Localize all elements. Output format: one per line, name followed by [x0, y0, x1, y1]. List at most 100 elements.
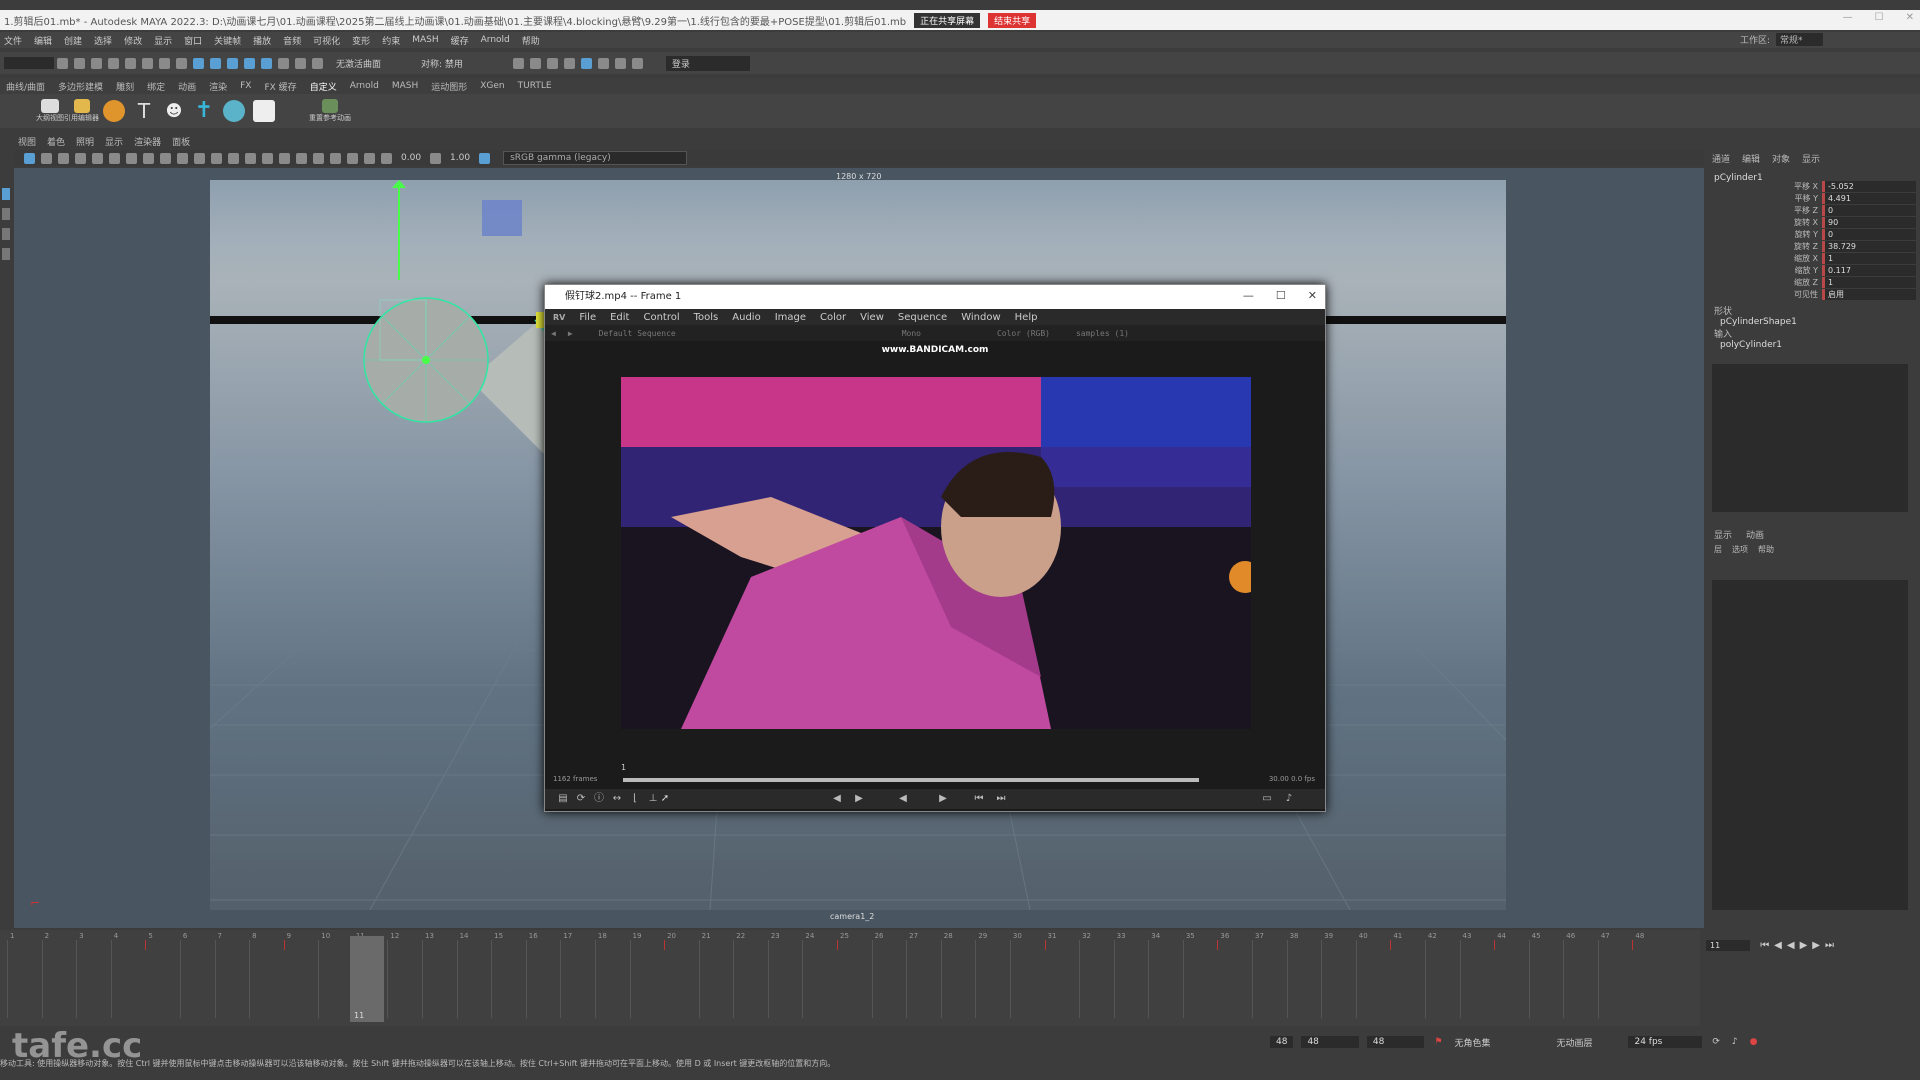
channel-box-tab[interactable]: 显示 [1802, 152, 1820, 165]
snap-surface-icon[interactable] [261, 57, 272, 69]
workspace-value[interactable]: 常规* [1776, 33, 1823, 46]
stop-share-button[interactable]: 结束共享 [988, 12, 1037, 28]
rv-menu-item[interactable]: Tools [694, 312, 719, 323]
attribute-value[interactable]: 90 [1822, 216, 1916, 228]
rv-out-point-icon[interactable]: ⊥ [647, 793, 659, 805]
select-tool-icon[interactable] [2, 188, 10, 200]
rv-player-window[interactable]: 假钉球2.mp4 -- Frame 1 — ☐ ✕ RV File Edit Con… [544, 284, 1326, 812]
rv-play-icon[interactable]: ▶ [937, 793, 949, 805]
rv-channel-select[interactable]: Color (RGB) [997, 329, 1050, 338]
rv-loop-icon[interactable]: ⟳ [575, 793, 587, 805]
wireframe-icon[interactable] [194, 152, 205, 164]
workspace-selector[interactable]: 工作区: 常规* [1740, 33, 1823, 46]
image-plane-icon[interactable] [75, 152, 86, 164]
channel-box-tab[interactable]: 对象 [1772, 152, 1790, 165]
rv-menu-item[interactable]: View [860, 312, 884, 323]
attribute-value[interactable]: 38.729 [1822, 240, 1916, 252]
channel-box-tab[interactable]: 编辑 [1742, 152, 1760, 165]
attribute-value[interactable]: 1 [1822, 276, 1916, 288]
rv-first-frame-icon[interactable]: ⏮ [973, 793, 985, 805]
shelf-tab[interactable]: Arnold [350, 81, 379, 91]
undo-icon[interactable] [108, 57, 119, 69]
rv-sequence-select[interactable]: Default Sequence [599, 329, 676, 338]
ao-icon[interactable] [279, 152, 290, 164]
channel-attribute-row[interactable]: 平移 X -5.052 [1776, 180, 1916, 192]
shelf-tab[interactable]: 动画 [178, 80, 196, 93]
time-slider[interactable]: 1234567891011121314151617181920212223242… [0, 930, 1700, 1026]
history-icon[interactable] [295, 57, 306, 69]
rv-menu-item[interactable]: Sequence [898, 312, 947, 323]
animbot-icon[interactable] [103, 100, 125, 122]
rv-display-icon[interactable]: ▭ [1261, 793, 1273, 805]
menu-item[interactable]: 约束 [382, 34, 400, 47]
layer-menu-item[interactable]: 选项 [1732, 544, 1748, 555]
symmetry-label[interactable]: 对称: 禁用 [421, 57, 463, 70]
paint-tool-icon[interactable] [2, 228, 10, 240]
input-node[interactable]: polyCylinder1 [1720, 340, 1797, 350]
rv-info-icon[interactable]: ⓘ [593, 793, 605, 805]
motion-blur-icon[interactable] [296, 152, 307, 164]
rv-minimize-icon[interactable]: — [1243, 289, 1254, 302]
channel-attribute-row[interactable]: 缩放 Y 0.117 [1776, 264, 1916, 276]
camera-tool-icon[interactable] [223, 100, 245, 122]
fps-select[interactable]: 24 fps [1628, 1036, 1703, 1048]
rv-samples-select[interactable]: samples (1) [1076, 329, 1129, 338]
rv-step-back-icon[interactable]: ◀ [831, 793, 843, 805]
sound-icon[interactable]: ♪ [1732, 1037, 1738, 1047]
shelf-tab[interactable]: 自定义 [310, 80, 337, 93]
record-icon[interactable]: ● [1750, 1037, 1758, 1047]
gamma-icon[interactable] [430, 152, 442, 164]
attribute-value[interactable]: -5.052 [1822, 180, 1916, 192]
rv-pingpong-icon[interactable]: ↔ [611, 793, 623, 805]
panel-menu-item[interactable]: 着色 [47, 135, 65, 148]
shelf-tab[interactable]: TURTLE [518, 81, 552, 91]
color-manage-icon[interactable] [479, 152, 491, 164]
menu-item[interactable]: 创建 [64, 34, 82, 47]
snap-curve-icon[interactable] [210, 57, 221, 69]
shelf-tab[interactable]: MASH [392, 81, 418, 91]
lasso-tool-icon[interactable] [2, 208, 10, 220]
reset-ref-anim-shelf-button[interactable]: 重置参考动画 [309, 99, 351, 123]
animation-end-field[interactable]: 48 [1366, 1036, 1425, 1048]
manipulator-x-handle[interactable] [536, 312, 544, 328]
xray-joints-icon[interactable] [364, 152, 375, 164]
menu-item[interactable]: 修改 [124, 34, 142, 47]
hypershade-icon[interactable] [580, 57, 592, 69]
exposure-icon[interactable] [381, 152, 392, 164]
attribute-value[interactable]: 1 [1822, 252, 1916, 264]
snap-grid-icon[interactable] [193, 57, 204, 69]
rv-last-frame-icon[interactable]: ⏭ [995, 793, 1007, 805]
layer-tab[interactable]: 动画 [1746, 528, 1764, 541]
rv-menu-icon[interactable]: ▤ [557, 793, 569, 805]
channel-attribute-row[interactable]: 缩放 Z 1 [1776, 276, 1916, 288]
loop-icon[interactable]: ⟳ [1712, 1037, 1720, 1047]
light-editor-icon[interactable] [614, 57, 626, 69]
bookmark-icon[interactable] [58, 152, 69, 164]
skull-icon[interactable]: ☻ [163, 100, 185, 122]
rv-title-bar[interactable]: 假钉球2.mp4 -- Frame 1 — ☐ ✕ [545, 285, 1325, 309]
channel-attribute-row[interactable]: 旋转 X 90 [1776, 216, 1916, 228]
menu-item[interactable]: 窗口 [184, 34, 202, 47]
view-transform-select[interactable]: sRGB gamma (legacy) [503, 151, 688, 165]
menu-set-dropdown[interactable] [4, 57, 54, 69]
safe-action-icon[interactable] [177, 152, 188, 164]
xray-icon[interactable] [347, 152, 358, 164]
shelf-tab[interactable]: 曲线/曲面 [6, 80, 45, 93]
select-component-icon[interactable] [176, 57, 187, 69]
reference-editor-shelf-button[interactable]: 引用编辑器 [64, 99, 99, 123]
move-tool-icon[interactable] [2, 248, 10, 260]
rv-scrub-bar[interactable]: 1162 frames 1 30.00 0.0 fps [549, 763, 1321, 785]
rv-step-forward-icon[interactable]: ▶ [853, 793, 865, 805]
rv-menu-item[interactable]: Control [643, 312, 679, 323]
rv-forward-icon[interactable]: ▶ [568, 329, 573, 338]
menu-item[interactable]: Arnold [481, 35, 510, 45]
camera-select-icon[interactable] [24, 152, 35, 164]
cross-tool-icon[interactable]: ✝ [193, 100, 215, 122]
film-gate-icon[interactable] [109, 152, 120, 164]
new-scene-icon[interactable] [57, 57, 68, 69]
login-button[interactable]: 登录 [665, 55, 750, 71]
menu-item[interactable]: 帮助 [522, 34, 540, 47]
pause-icon[interactable] [631, 57, 643, 69]
rv-close-icon[interactable]: ✕ [1308, 289, 1317, 302]
channel-box-tab[interactable]: 通道 [1712, 152, 1730, 165]
